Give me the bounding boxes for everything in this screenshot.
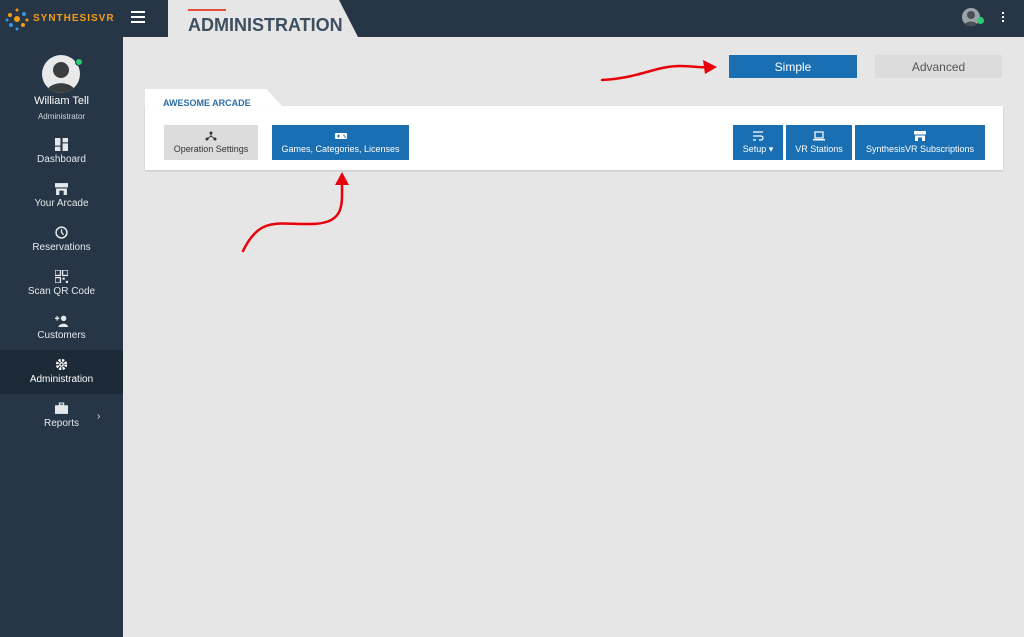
annotation-arrowhead-games bbox=[335, 172, 349, 185]
annotation-arrow-to-simple bbox=[600, 64, 708, 82]
arcade-tab[interactable]: AWESOME ARCADE bbox=[145, 89, 283, 107]
sidebar-item-label: Reservations bbox=[32, 242, 91, 253]
briefcase-icon bbox=[55, 402, 68, 414]
store-icon bbox=[55, 183, 68, 195]
sidebar-item-label: Your Arcade bbox=[34, 198, 89, 209]
sidebar-item-your-arcade[interactable]: Your Arcade bbox=[0, 174, 123, 218]
sidebar-item-administration[interactable]: Administration bbox=[0, 350, 123, 394]
page-title: ADMINISTRATION bbox=[188, 15, 343, 35]
sidebar-item-label: Administration bbox=[29, 374, 94, 385]
chevron-right-icon: › bbox=[97, 411, 101, 422]
caret-down-icon: ▾ bbox=[768, 143, 774, 154]
laptop-icon bbox=[813, 131, 825, 141]
wrap-text-icon bbox=[753, 130, 764, 141]
hub-icon bbox=[205, 131, 217, 141]
operation-settings-button[interactable]: Operation Settings bbox=[164, 125, 258, 160]
sidebar-item-scan-qr-code[interactable]: Scan QR Code bbox=[0, 262, 123, 306]
online-status-dot bbox=[977, 17, 984, 24]
vr-stations-label: VR Stations bbox=[795, 144, 843, 154]
gear-icon bbox=[55, 358, 68, 371]
top-bar: SYNTHESISVR ADMINISTRATION bbox=[0, 0, 1024, 37]
setup-dropdown-button[interactable]: Setup ▾ bbox=[733, 125, 783, 160]
user-role: Administrator bbox=[37, 112, 86, 121]
simple-mode-button[interactable]: Simple bbox=[729, 55, 857, 78]
brand-name: SYNTHESISVR bbox=[33, 13, 115, 24]
gamepad-icon bbox=[334, 133, 347, 139]
vr-stations-button[interactable]: VR Stations bbox=[786, 125, 852, 160]
qr-code-icon bbox=[55, 270, 68, 283]
synthesisvr-logo-icon bbox=[5, 8, 29, 30]
sidebar-item-customers[interactable]: Customers bbox=[0, 306, 123, 350]
games-label: Games, Categories, Licenses bbox=[281, 144, 400, 154]
sidebar-item-label: Scan QR Code bbox=[27, 286, 96, 297]
sidebar-item-dashboard[interactable]: Dashboard bbox=[0, 130, 123, 174]
online-status-dot bbox=[75, 58, 83, 66]
sidebar-item-label: Customers bbox=[37, 330, 86, 341]
brand-logo[interactable]: SYNTHESISVR bbox=[0, 0, 123, 37]
person-add-icon bbox=[55, 315, 68, 327]
store-icon bbox=[914, 131, 926, 141]
synthesisvr-subscriptions-button[interactable]: SynthesisVR Subscriptions bbox=[855, 125, 985, 160]
games-categories-licenses-button[interactable]: Games, Categories, Licenses bbox=[272, 125, 409, 160]
admin-panel: Operation Settings Games, Categories, Li… bbox=[145, 106, 1003, 170]
annotation-arrowhead-simple bbox=[703, 60, 717, 74]
annotation-arrow-to-games bbox=[241, 182, 344, 253]
operation-settings-label: Operation Settings bbox=[173, 144, 249, 154]
more-vert-icon[interactable] bbox=[1000, 12, 1006, 26]
sidebar: William Tell Administrator Dashboard You… bbox=[0, 37, 123, 637]
setup-label: Setup ▾ bbox=[742, 143, 774, 154]
sidebar-item-reports[interactable]: Reports › bbox=[0, 394, 123, 438]
sidebar-item-label: Dashboard bbox=[37, 154, 86, 165]
advanced-mode-button[interactable]: Advanced bbox=[875, 55, 1002, 78]
dashboard-icon bbox=[55, 138, 68, 151]
hamburger-menu-icon[interactable] bbox=[131, 11, 145, 25]
title-accent-line bbox=[188, 9, 226, 11]
user-name: William Tell bbox=[34, 95, 89, 107]
clock-icon bbox=[55, 226, 68, 239]
page-title-tab: ADMINISTRATION bbox=[168, 0, 358, 37]
subscriptions-label: SynthesisVR Subscriptions bbox=[865, 144, 975, 154]
sidebar-item-label: Reports bbox=[43, 418, 79, 429]
sidebar-item-reservations[interactable]: Reservations bbox=[0, 218, 123, 262]
